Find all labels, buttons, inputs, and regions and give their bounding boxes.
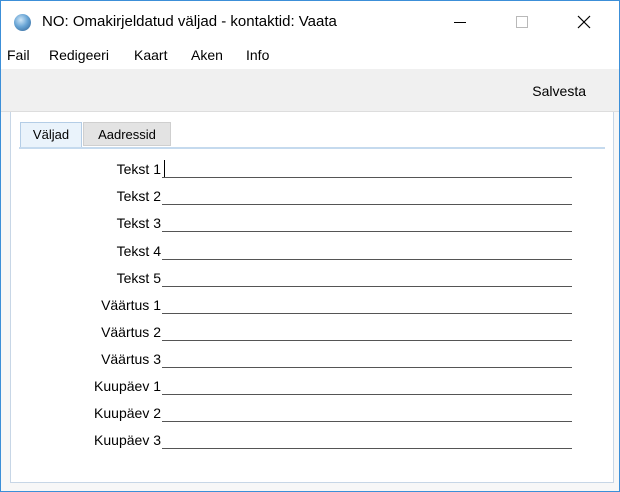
field-label: Kuupäev 3 xyxy=(94,432,161,448)
field-row-vaartus-3: Väärtus 3 xyxy=(11,349,613,371)
field-label: Väärtus 2 xyxy=(101,324,161,340)
field-row-tekst-3: Tekst 3 xyxy=(11,213,613,235)
vaartus-1-input[interactable] xyxy=(162,295,572,314)
menu-aken[interactable]: Aken xyxy=(191,47,223,63)
field-row-kuupaev-2: Kuupäev 2 xyxy=(11,403,613,425)
field-label: Tekst 2 xyxy=(116,188,161,204)
text-caret xyxy=(164,160,165,177)
title-bar[interactable]: NO: Omakirjeldatud väljad - kontaktid: V… xyxy=(1,1,619,43)
menu-bar: Fail Redigeeri Kaart Aken Info xyxy=(1,43,619,69)
field-label: Kuupäev 1 xyxy=(94,378,161,394)
field-row-tekst-1: Tekst 1 xyxy=(11,159,613,181)
field-row-vaartus-2: Väärtus 2 xyxy=(11,322,613,344)
field-label: Väärtus 3 xyxy=(101,351,161,367)
close-button[interactable] xyxy=(561,1,607,43)
field-label: Tekst 4 xyxy=(116,243,161,259)
save-button[interactable]: Salvesta xyxy=(532,83,586,99)
close-icon xyxy=(577,15,591,29)
menu-info[interactable]: Info xyxy=(246,47,269,63)
menu-redigeeri[interactable]: Redigeeri xyxy=(49,47,109,63)
tekst-5-input[interactable] xyxy=(162,268,572,287)
kuupaev-1-input[interactable] xyxy=(162,376,572,395)
minimize-icon xyxy=(454,22,466,23)
field-label: Kuupäev 2 xyxy=(94,405,161,421)
field-row-tekst-5: Tekst 5 xyxy=(11,268,613,290)
minimize-button[interactable] xyxy=(437,1,483,43)
tekst-3-input[interactable] xyxy=(162,213,572,232)
field-label: Tekst 3 xyxy=(116,215,161,231)
app-globe-icon xyxy=(14,14,31,31)
kuupaev-2-input[interactable] xyxy=(162,403,572,422)
field-row-tekst-2: Tekst 2 xyxy=(11,186,613,208)
app-window: NO: Omakirjeldatud väljad - kontaktid: V… xyxy=(0,0,620,492)
tab-aadressid[interactable]: Aadressid xyxy=(83,122,171,146)
tekst-4-input[interactable] xyxy=(162,241,572,260)
field-row-kuupaev-1: Kuupäev 1 xyxy=(11,376,613,398)
tekst-1-input[interactable] xyxy=(162,159,572,178)
menu-fail[interactable]: Fail xyxy=(7,47,30,63)
toolbar: Salvesta xyxy=(1,69,619,112)
field-label: Tekst 1 xyxy=(116,161,161,177)
form-panel: Väljad Aadressid Tekst 1 Tekst 2 Tekst 3… xyxy=(10,112,614,483)
vaartus-3-input[interactable] xyxy=(162,349,572,368)
maximize-button[interactable] xyxy=(499,1,545,43)
tab-valjad[interactable]: Väljad xyxy=(20,122,82,148)
window-title: NO: Omakirjeldatud väljad - kontaktid: V… xyxy=(42,13,337,30)
field-label: Tekst 5 xyxy=(116,270,161,286)
tab-divider xyxy=(19,147,605,149)
menu-kaart[interactable]: Kaart xyxy=(134,47,167,63)
maximize-icon xyxy=(516,16,528,28)
field-row-tekst-4: Tekst 4 xyxy=(11,241,613,263)
field-row-kuupaev-3: Kuupäev 3 xyxy=(11,430,613,452)
field-label: Väärtus 1 xyxy=(101,297,161,313)
content-area: Väljad Aadressid Tekst 1 Tekst 2 Tekst 3… xyxy=(1,112,619,491)
field-row-vaartus-1: Väärtus 1 xyxy=(11,295,613,317)
tekst-2-input[interactable] xyxy=(162,186,572,205)
kuupaev-3-input[interactable] xyxy=(162,430,572,449)
vaartus-2-input[interactable] xyxy=(162,322,572,341)
